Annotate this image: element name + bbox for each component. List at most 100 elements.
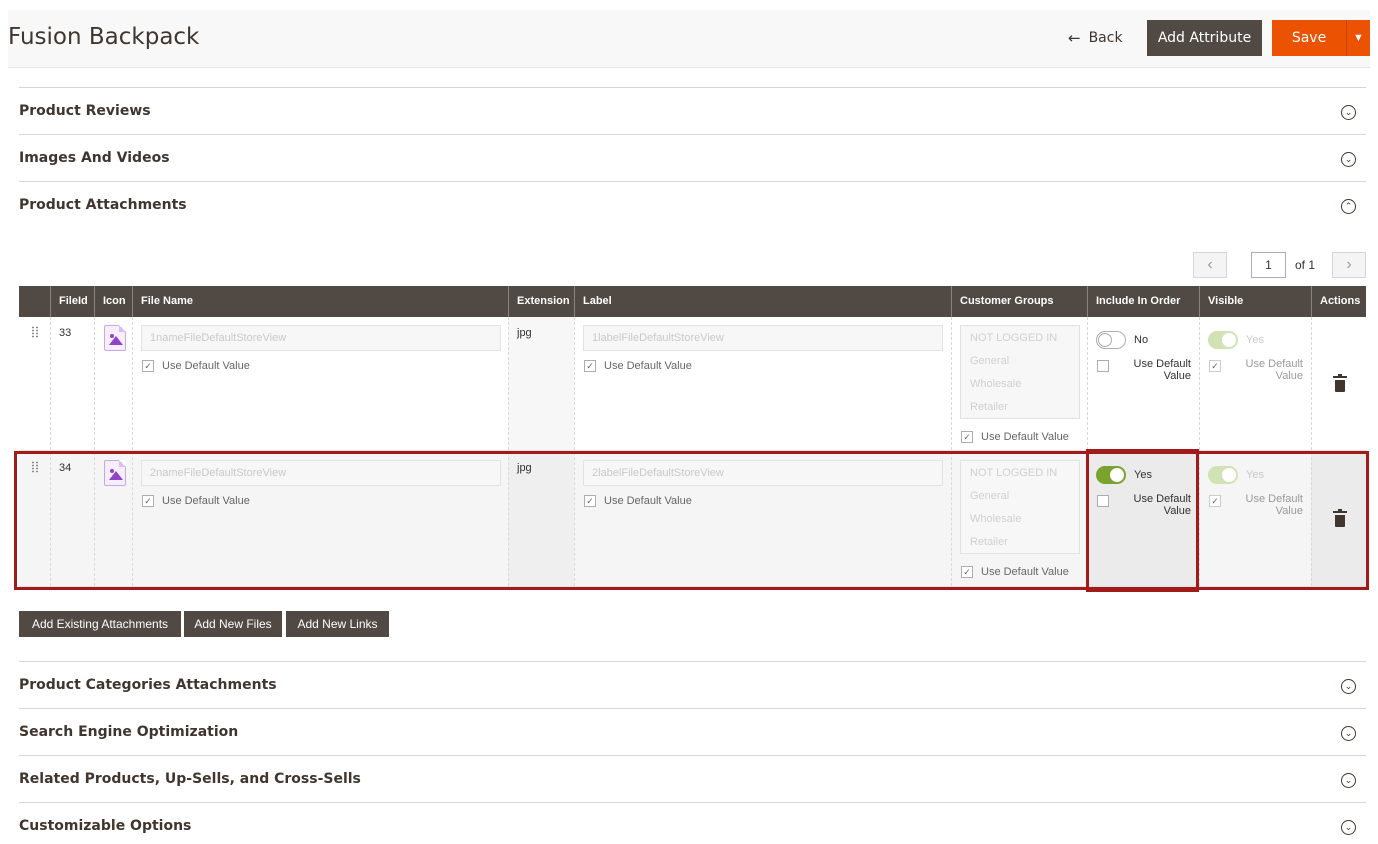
drag-handle-icon[interactable] bbox=[31, 461, 39, 473]
file-name-use-default-checkbox[interactable]: ✓ bbox=[142, 360, 154, 372]
include-use-default-checkbox[interactable] bbox=[1097, 495, 1109, 507]
customer-groups-use-default-checkbox[interactable]: ✓ bbox=[961, 566, 973, 578]
option: Wholesale bbox=[970, 378, 1022, 390]
pager-prev-button[interactable]: ‹ bbox=[1193, 252, 1227, 278]
file-id: 33 bbox=[59, 327, 72, 339]
customer-groups-select[interactable]: NOT LOGGED IN General Wholesale Retailer bbox=[960, 460, 1080, 554]
section-title: Customizable Options bbox=[19, 818, 192, 834]
back-arrow-icon: ← bbox=[1068, 29, 1081, 47]
file-id: 34 bbox=[59, 462, 72, 474]
back-button[interactable]: ← Back bbox=[1068, 29, 1123, 47]
chevron-down-icon: ⌄ bbox=[1341, 105, 1356, 120]
pager-of-label: of 1 bbox=[1295, 258, 1316, 272]
save-dropdown-toggle[interactable]: ▼ bbox=[1346, 20, 1370, 56]
page-header: Fusion Backpack ← Back Add Attribute Sav… bbox=[8, 10, 1370, 68]
section-product-attachments[interactable]: Product Attachments ⌃ bbox=[19, 181, 1366, 228]
use-default-label: Use Default Value bbox=[981, 566, 1069, 578]
pager-next-button[interactable]: › bbox=[1332, 252, 1366, 278]
label-input[interactable]: 2labelFileDefaultStoreView bbox=[583, 460, 943, 486]
section-title: Search Engine Optimization bbox=[19, 724, 239, 740]
column-header-extension: Extension bbox=[508, 286, 574, 317]
image-file-icon bbox=[104, 325, 126, 351]
column-header-customer-groups: Customer Groups bbox=[951, 286, 1087, 317]
image-file-icon bbox=[104, 460, 126, 486]
section-customizable-options[interactable]: Customizable Options ⌄ bbox=[19, 802, 1366, 844]
back-label: Back bbox=[1088, 30, 1123, 46]
include-in-order-value: No bbox=[1134, 334, 1149, 346]
chevron-down-icon: ⌄ bbox=[1341, 726, 1356, 741]
include-in-order-toggle[interactable] bbox=[1096, 466, 1126, 484]
column-header-visible: Visible bbox=[1199, 286, 1311, 317]
option: General bbox=[970, 490, 1010, 502]
file-name-use-default-checkbox[interactable]: ✓ bbox=[142, 495, 154, 507]
column-header-fileid: FileId bbox=[50, 286, 94, 317]
trash-icon[interactable] bbox=[1333, 509, 1347, 527]
pager-page-input[interactable]: 1 bbox=[1251, 252, 1286, 278]
use-default-label: Use Default Value bbox=[604, 495, 692, 507]
section-product-categories-attachments[interactable]: Product Categories Attachments ⌄ bbox=[19, 661, 1366, 708]
option: Wholesale bbox=[970, 513, 1022, 525]
column-header-icon: Icon bbox=[94, 286, 132, 317]
table-row: 34 2nameFileDefaultStoreView ✓ Use Defau… bbox=[19, 452, 1366, 587]
chevron-down-icon: ⌄ bbox=[1341, 820, 1356, 835]
chevron-down-icon: ⌄ bbox=[1341, 679, 1356, 694]
chevron-right-icon: › bbox=[1346, 256, 1352, 273]
add-existing-attachments-button[interactable]: Add Existing Attachments bbox=[19, 611, 181, 637]
chevron-down-icon: ⌄ bbox=[1341, 773, 1356, 788]
visible-value: Yes bbox=[1246, 334, 1264, 346]
save-button[interactable]: Save bbox=[1272, 20, 1346, 56]
option: NOT LOGGED IN bbox=[970, 467, 1058, 479]
include-in-order-toggle[interactable] bbox=[1096, 331, 1126, 349]
section-title: Related Products, Up-Sells, and Cross-Se… bbox=[19, 771, 361, 787]
chevron-left-icon: ‹ bbox=[1207, 256, 1213, 273]
add-attribute-button[interactable]: Add Attribute bbox=[1147, 20, 1262, 56]
visible-value: Yes bbox=[1246, 469, 1264, 481]
trash-icon[interactable] bbox=[1333, 374, 1347, 392]
column-header-file-name: File Name bbox=[132, 286, 508, 317]
section-title: Product Reviews bbox=[19, 103, 151, 119]
section-title: Images And Videos bbox=[19, 150, 170, 166]
option: NOT LOGGED IN bbox=[970, 332, 1058, 344]
add-new-links-button[interactable]: Add New Links bbox=[286, 611, 389, 637]
label-input[interactable]: 1labelFileDefaultStoreView bbox=[583, 325, 943, 351]
page-title: Fusion Backpack bbox=[8, 24, 200, 50]
use-default-label: Use Default Value bbox=[162, 360, 250, 372]
column-header-include-in-order: Include In Order bbox=[1087, 286, 1199, 317]
section-product-reviews[interactable]: Product Reviews ⌄ bbox=[19, 87, 1366, 134]
option: Retailer bbox=[970, 401, 1008, 413]
option: Retailer bbox=[970, 536, 1008, 548]
section-related-products[interactable]: Related Products, Up-Sells, and Cross-Se… bbox=[19, 755, 1366, 802]
file-name-input[interactable]: 1nameFileDefaultStoreView bbox=[141, 325, 501, 351]
use-default-label: Use Default Value bbox=[1133, 358, 1191, 382]
visible-use-default-checkbox[interactable]: ✓ bbox=[1209, 360, 1221, 372]
visible-toggle[interactable] bbox=[1208, 466, 1238, 484]
use-default-label: Use Default Value bbox=[1245, 358, 1303, 382]
customer-groups-use-default-checkbox[interactable]: ✓ bbox=[961, 431, 973, 443]
label-use-default-checkbox[interactable]: ✓ bbox=[584, 360, 596, 372]
add-new-files-button[interactable]: Add New Files bbox=[184, 611, 282, 637]
use-default-label: Use Default Value bbox=[162, 495, 250, 507]
visible-use-default-checkbox[interactable]: ✓ bbox=[1209, 495, 1221, 507]
option: General bbox=[970, 355, 1010, 367]
section-images-videos[interactable]: Images And Videos ⌄ bbox=[19, 134, 1366, 181]
extension: jpg bbox=[517, 327, 532, 339]
include-in-order-value: Yes bbox=[1134, 469, 1152, 481]
attachments-grid-header: FileId Icon File Name Extension Label Cu… bbox=[19, 286, 1366, 317]
customer-groups-select[interactable]: NOT LOGGED IN General Wholesale Retailer bbox=[960, 325, 1080, 419]
section-title: Product Attachments bbox=[19, 197, 187, 213]
chevron-up-icon: ⌃ bbox=[1341, 199, 1356, 214]
caret-down-icon: ▼ bbox=[1353, 32, 1364, 44]
section-seo[interactable]: Search Engine Optimization ⌄ bbox=[19, 708, 1366, 755]
table-row: 33 1nameFileDefaultStoreView ✓ Use Defau… bbox=[19, 317, 1366, 451]
drag-handle-icon[interactable] bbox=[31, 326, 39, 338]
visible-toggle[interactable] bbox=[1208, 331, 1238, 349]
use-default-label: Use Default Value bbox=[981, 431, 1069, 443]
file-name-input[interactable]: 2nameFileDefaultStoreView bbox=[141, 460, 501, 486]
label-use-default-checkbox[interactable]: ✓ bbox=[584, 495, 596, 507]
column-header-label: Label bbox=[574, 286, 951, 317]
include-use-default-checkbox[interactable] bbox=[1097, 360, 1109, 372]
use-default-label: Use Default Value bbox=[604, 360, 692, 372]
column-header-actions: Actions bbox=[1311, 286, 1366, 317]
chevron-down-icon: ⌄ bbox=[1341, 152, 1356, 167]
extension: jpg bbox=[517, 462, 532, 474]
